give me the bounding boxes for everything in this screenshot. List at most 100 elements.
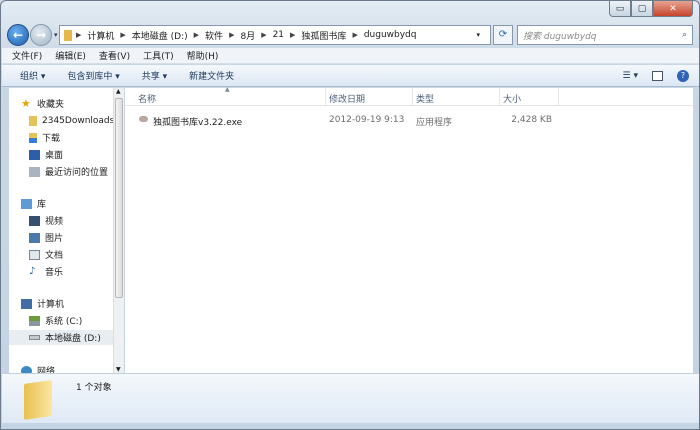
sidebar-label: 网络 xyxy=(37,367,56,373)
sidebar-label: 最近访问的位置 xyxy=(45,168,109,178)
search-placeholder: 搜索 duguwbydq xyxy=(523,31,597,42)
scroll-up-icon[interactable]: ▲ xyxy=(116,88,121,95)
chevron-right-icon[interactable]: ▶ xyxy=(352,31,357,39)
sidebar-label: 2345Downloads xyxy=(42,115,113,126)
sidebar-label: 收藏夹 xyxy=(37,100,65,110)
explorer-window: ▭ ▢ ✕ ← → ▾ ▶ 计算机 ▶ 本地磁盘 (D:) ▶ 软件 ▶ 8月 ▶ 21 … xyxy=(0,0,700,430)
back-button[interactable]: ← xyxy=(7,24,29,46)
address-bar[interactable]: ▶ 计算机 ▶ 本地磁盘 (D:) ▶ 软件 ▶ 8月 ▶ 21 ▶ 独孤图书库 ▶ dugu… xyxy=(59,25,491,45)
documents-icon xyxy=(29,249,40,260)
chevron-right-icon[interactable]: ▶ xyxy=(261,31,266,39)
scroll-down-icon[interactable]: ▼ xyxy=(116,366,121,373)
sidebar-label: 桌面 xyxy=(45,151,64,161)
forward-button[interactable]: → xyxy=(30,24,52,46)
file-size: 2,428 KB xyxy=(511,115,552,125)
sidebar-item-downloads[interactable]: 下载 xyxy=(29,130,60,145)
sidebar-label: 本地磁盘 (D:) xyxy=(45,334,101,344)
breadcrumb-software[interactable]: 软件 xyxy=(205,29,223,42)
file-list: ▲ 名称 修改日期 类型 大小 独孤图书库v3.22.exe 2012-09-1… xyxy=(125,86,693,373)
network-icon xyxy=(21,365,32,373)
breadcrumb-august[interactable]: 8月 xyxy=(240,29,255,42)
menu-edit[interactable]: 编辑(E) xyxy=(55,49,86,62)
organize-button[interactable]: 组织 ▾ xyxy=(20,69,45,82)
computer-icon xyxy=(21,298,32,309)
chevron-right-icon[interactable]: ▶ xyxy=(120,31,125,39)
sort-ascending-icon: ▲ xyxy=(225,86,230,93)
column-date[interactable]: 修改日期 xyxy=(329,92,365,105)
recent-places-icon xyxy=(29,166,40,177)
sidebar-label: 系统 (C:) xyxy=(45,317,83,327)
menu-help[interactable]: 帮助(H) xyxy=(187,49,219,62)
maximize-button[interactable]: ▢ xyxy=(631,1,653,17)
drive-icon xyxy=(29,335,40,340)
search-input[interactable]: 搜索 duguwbydq ⌕ xyxy=(517,25,693,45)
refresh-button[interactable]: ⟳ xyxy=(493,25,513,45)
sidebar-libraries[interactable]: 库 xyxy=(21,196,46,211)
navigation-pane: ★ 收藏夹 2345Downloads 下载 桌面 最近访问的位置 库 视频 图片… xyxy=(9,88,113,373)
view-options-icon[interactable]: ☰ ▾ xyxy=(623,71,638,81)
close-button[interactable]: ✕ xyxy=(653,1,693,17)
address-dropdown-icon[interactable]: ▾ xyxy=(476,31,480,39)
chevron-right-icon[interactable]: ▶ xyxy=(76,31,81,39)
menu-bar: 文件(F) 编辑(E) 查看(V) 工具(T) 帮助(H) xyxy=(2,48,699,64)
column-divider[interactable] xyxy=(558,88,559,106)
chevron-right-icon[interactable]: ▶ xyxy=(229,31,234,39)
column-type[interactable]: 类型 xyxy=(416,92,434,105)
recent-pages-dropdown[interactable]: ▾ xyxy=(54,31,58,39)
column-divider[interactable] xyxy=(499,88,500,106)
breadcrumb-current[interactable]: duguwbydq xyxy=(364,30,417,40)
sidebar-item-pictures[interactable]: 图片 xyxy=(29,230,63,245)
sidebar-label: 视频 xyxy=(45,217,64,227)
sidebar-item-drive-d[interactable]: 本地磁盘 (D:) xyxy=(9,330,113,345)
sidebar-item-documents[interactable]: 文档 xyxy=(29,247,63,262)
sidebar-favorites[interactable]: ★ 收藏夹 xyxy=(21,96,64,111)
breadcrumb-21[interactable]: 21 xyxy=(273,30,284,40)
chevron-right-icon[interactable]: ▶ xyxy=(290,31,295,39)
breadcrumb-drive-d[interactable]: 本地磁盘 (D:) xyxy=(132,29,188,42)
folder-icon xyxy=(29,115,37,126)
sidebar-item-desktop[interactable]: 桌面 xyxy=(29,147,63,162)
search-icon[interactable]: ⌕ xyxy=(682,30,687,40)
menu-view[interactable]: 查看(V) xyxy=(99,49,130,62)
column-divider[interactable] xyxy=(412,88,413,106)
sidebar-computer[interactable]: 计算机 xyxy=(21,296,64,311)
library-icon xyxy=(21,198,32,209)
sidebar-network[interactable]: 网络 xyxy=(21,363,55,373)
command-bar: 组织 ▾ 包含到库中 ▾ 共享 ▾ 新建文件夹 ☰ ▾ ? xyxy=(2,65,699,87)
file-name: 独孤图书库v3.22.exe xyxy=(153,118,243,128)
downloads-folder-icon xyxy=(29,132,37,143)
include-in-library-button[interactable]: 包含到库中 ▾ xyxy=(67,69,119,82)
new-folder-button[interactable]: 新建文件夹 xyxy=(189,69,234,82)
sidebar-item-videos[interactable]: 视频 xyxy=(29,213,63,228)
music-icon: ♪ xyxy=(29,265,36,277)
sidebar-item-recent[interactable]: 最近访问的位置 xyxy=(29,164,108,179)
sidebar-item-2345downloads[interactable]: 2345Downloads xyxy=(29,113,113,128)
file-type: 应用程序 xyxy=(416,118,453,128)
sidebar-label: 计算机 xyxy=(37,300,65,310)
preview-pane-icon[interactable] xyxy=(652,70,663,81)
system-drive-icon xyxy=(29,315,40,326)
column-name[interactable]: 名称 xyxy=(138,92,156,105)
sidebar-item-music[interactable]: ♪ 音乐 xyxy=(29,264,63,279)
minimize-button[interactable]: ▭ xyxy=(609,1,631,17)
file-row[interactable]: 独孤图书库v3.22.exe 2012-09-19 9:13 应用程序 2,42… xyxy=(125,113,693,129)
share-button[interactable]: 共享 ▾ xyxy=(142,69,167,82)
breadcrumb-computer[interactable]: 计算机 xyxy=(87,29,114,42)
menu-tools[interactable]: 工具(T) xyxy=(143,49,174,62)
pictures-icon xyxy=(29,232,40,243)
sidebar-label: 图片 xyxy=(45,234,64,244)
breadcrumb-library[interactable]: 独孤图书库 xyxy=(301,29,346,42)
chevron-right-icon[interactable]: ▶ xyxy=(194,31,199,39)
help-icon[interactable]: ? xyxy=(677,69,689,82)
column-header: ▲ 名称 修改日期 类型 大小 xyxy=(125,86,693,106)
menu-file[interactable]: 文件(F) xyxy=(12,49,42,62)
sidebar-scrollbar[interactable]: ▲ ▼ xyxy=(113,88,124,373)
sidebar-item-drive-c[interactable]: 系统 (C:) xyxy=(29,313,82,328)
folder-icon xyxy=(24,380,52,420)
details-pane: 1 个对象 xyxy=(2,373,699,423)
file-date: 2012-09-19 9:13 xyxy=(329,115,405,125)
folder-icon xyxy=(64,29,72,41)
scrollbar-thumb[interactable] xyxy=(115,98,123,298)
column-divider[interactable] xyxy=(325,88,326,106)
column-size[interactable]: 大小 xyxy=(503,92,521,105)
